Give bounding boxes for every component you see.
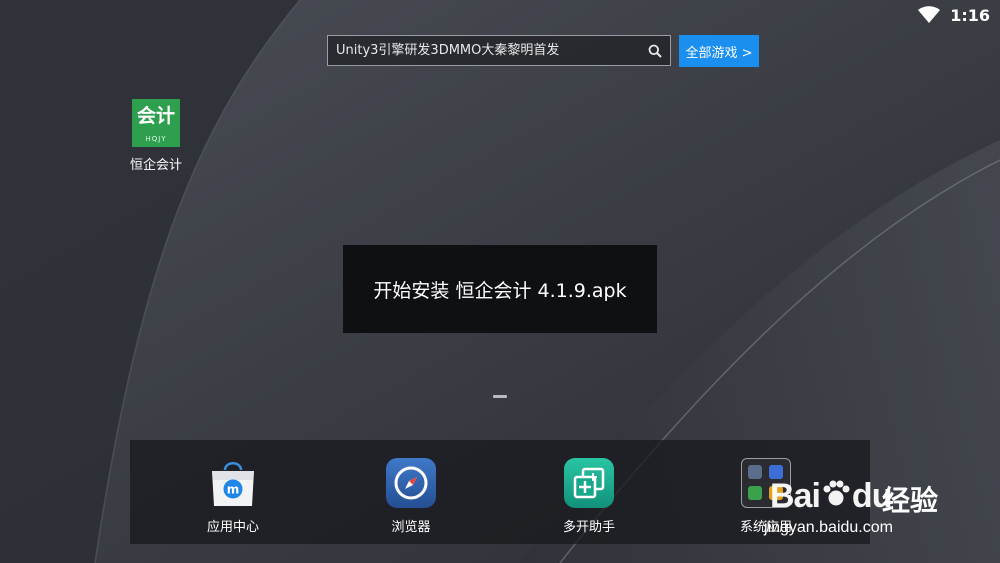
dock-item-label: 应用中心 bbox=[206, 520, 259, 535]
dock-item-browser[interactable]: 浏览器 bbox=[351, 458, 471, 535]
search-bar[interactable] bbox=[327, 35, 671, 66]
dock-item-label: 多开助手 bbox=[562, 520, 615, 535]
dock-item-app-center[interactable]: m 应用中心 bbox=[173, 458, 293, 535]
paw-icon bbox=[823, 480, 850, 506]
dock-item-label: 浏览器 bbox=[391, 520, 431, 535]
search-input[interactable] bbox=[328, 36, 640, 65]
hengqi-app-icon: 会计 HQJY bbox=[132, 99, 180, 147]
search-icon[interactable] bbox=[640, 36, 670, 66]
multi-window-icon bbox=[564, 458, 614, 508]
dock: m 应用中心 浏览器 多开助手 系统应用 bbox=[130, 440, 870, 544]
watermark-url: jingyan.baidu.com bbox=[764, 519, 893, 536]
hengqi-icon-text: 会计 bbox=[136, 105, 175, 127]
watermark-cn: 经验 bbox=[882, 484, 939, 517]
baidu-jingyan-watermark: Bai du 经验 jingyan.baidu.com bbox=[760, 455, 1000, 545]
shopping-bag-icon: m bbox=[212, 462, 254, 506]
svg-text:m: m bbox=[227, 483, 240, 497]
desktop-app-hengqi[interactable]: 会计 HQJY 恒企会计 bbox=[125, 99, 187, 173]
desktop-app-label: 恒企会计 bbox=[129, 158, 182, 173]
compass-icon bbox=[386, 458, 436, 508]
hengqi-icon-subtext: HQJY bbox=[145, 135, 167, 143]
watermark-logo: Bai du bbox=[770, 477, 892, 515]
clock: 1:16 bbox=[950, 5, 990, 25]
status-bar: 1:16 bbox=[918, 4, 990, 26]
dock-item-multi-open[interactable]: 多开助手 bbox=[529, 458, 649, 535]
page-indicator bbox=[493, 395, 507, 398]
all-games-button[interactable]: 全部游戏 > bbox=[679, 35, 759, 67]
install-toast: 开始安装 恒企会计 4.1.9.apk bbox=[343, 245, 657, 333]
wifi-icon bbox=[918, 6, 941, 23]
toast-message: 开始安装 恒企会计 4.1.9.apk bbox=[373, 279, 627, 302]
